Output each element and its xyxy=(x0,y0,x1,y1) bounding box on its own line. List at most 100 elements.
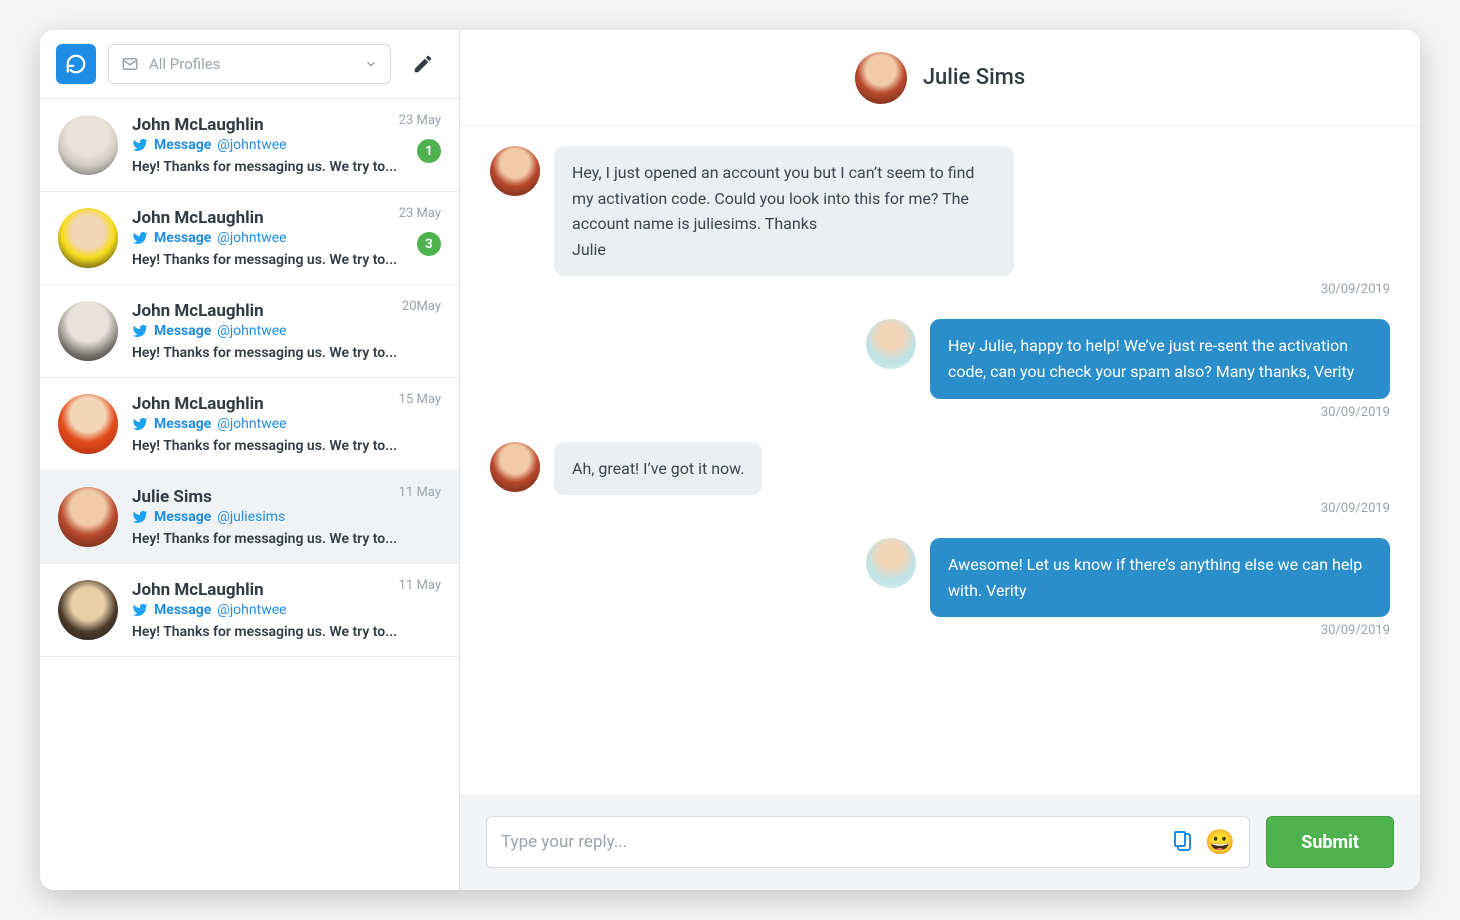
conversation-body: John McLaughlin Message @johntwee Hey! Than… xyxy=(132,394,441,454)
source-label: Message xyxy=(154,416,211,432)
message-timestamp: 30/09/2019 xyxy=(490,623,1390,638)
conversation-avatar xyxy=(58,115,118,175)
twitter-icon xyxy=(132,230,148,246)
submit-label: Submit xyxy=(1301,832,1359,853)
conversation-avatar xyxy=(58,301,118,361)
conversation-snippet: Hey! Thanks for messaging us. We try to.… xyxy=(132,624,441,640)
conversation-source: Message @johntwee xyxy=(132,137,441,153)
message-avatar xyxy=(490,442,540,492)
reply-input[interactable]: Type your reply... 😀 xyxy=(486,816,1250,868)
message-timestamp: 30/09/2019 xyxy=(490,405,1390,420)
conversation-name: John McLaughlin xyxy=(132,580,441,600)
conversation-body: John McLaughlin Message @johntwee Hey! Than… xyxy=(132,580,441,640)
conversation-snippet: Hey! Thanks for messaging us. We try to.… xyxy=(132,531,441,547)
conversation-snippet: Hey! Thanks for messaging us. We try to.… xyxy=(132,438,441,454)
message-row: Awesome! Let us know if there’s anything… xyxy=(490,538,1390,617)
message-row: Hey, I just opened an account you but I … xyxy=(490,146,1390,276)
refresh-icon xyxy=(65,53,87,75)
message-timestamp: 30/09/2019 xyxy=(490,501,1390,516)
conversation-name: Julie Sims xyxy=(132,487,441,507)
source-label: Message xyxy=(154,602,211,618)
source-handle: @johntwee xyxy=(217,137,286,153)
conversation-item[interactable]: John McLaughlin Message @johntwee Hey! Than… xyxy=(40,564,459,657)
envelope-icon xyxy=(121,55,139,73)
composer: Type your reply... 😀 Submit xyxy=(460,794,1420,890)
emoji-icon: 😀 xyxy=(1205,828,1235,856)
conversation-name: John McLaughlin xyxy=(132,301,441,321)
conversation-date: 23 May xyxy=(399,113,441,128)
conversation-item[interactable]: Julie Sims Message@juliesims Hey! Thanks f… xyxy=(40,471,459,564)
source-label: Message xyxy=(154,509,211,525)
message-avatar xyxy=(866,319,916,369)
message-bubble: Hey Julie, happy to help! We’ve just re-… xyxy=(930,319,1390,398)
conversation-avatar xyxy=(58,580,118,640)
unread-badge: 3 xyxy=(417,232,441,256)
conversation-date: 11 May xyxy=(399,485,441,500)
twitter-icon xyxy=(132,509,148,525)
message-row: Hey Julie, happy to help! We’ve just re-… xyxy=(490,319,1390,398)
message-avatar xyxy=(866,538,916,588)
source-handle: @johntwee xyxy=(217,602,286,618)
clipboard-button[interactable] xyxy=(1171,830,1195,854)
conversation-date: 23 May xyxy=(399,206,441,221)
unread-badge: 1 xyxy=(417,139,441,163)
app-window: All Profiles John McLaughlin Message @john… xyxy=(40,30,1420,890)
chat-header: Julie Sims xyxy=(460,30,1420,126)
profile-selector[interactable]: All Profiles xyxy=(108,44,391,84)
conversation-date: 15 May xyxy=(399,392,441,407)
conversation-item[interactable]: John McLaughlin Message @johntwee Hey! Than… xyxy=(40,99,459,192)
conversation-body: Julie Sims Message@juliesims Hey! Thanks f… xyxy=(132,487,441,547)
conversation-avatar xyxy=(58,487,118,547)
source-label: Message xyxy=(154,323,211,339)
conversation-source: Message @johntwee xyxy=(132,602,441,618)
source-label: Message xyxy=(154,137,211,153)
message-row: Ah, great! I’ve got it now. xyxy=(490,442,1390,496)
compose-actions: 😀 xyxy=(1171,828,1235,856)
conversation-avatar xyxy=(58,394,118,454)
conversation-source: Message@juliesims xyxy=(132,509,441,525)
conversation-name: John McLaughlin xyxy=(132,394,441,414)
conversation-item[interactable]: John McLaughlin Message @johntwee Hey! Than… xyxy=(40,192,459,285)
compose-button[interactable] xyxy=(403,44,443,84)
conversation-snippet: Hey! Thanks for messaging us. We try to.… xyxy=(132,345,441,361)
chat-header-avatar xyxy=(855,52,907,104)
source-handle: @johntwee xyxy=(217,416,286,432)
refresh-button[interactable] xyxy=(56,44,96,84)
chevron-down-icon xyxy=(364,57,378,71)
conversation-source: Message @johntwee xyxy=(132,323,441,339)
message-bubble: Ah, great! I’ve got it now. xyxy=(554,442,762,496)
conversation-item[interactable]: John McLaughlin Message @johntwee Hey! Than… xyxy=(40,378,459,471)
chat-body: Hey, I just opened an account you but I … xyxy=(460,126,1420,794)
source-handle: @johntwee xyxy=(217,230,286,246)
conversation-date: 20May xyxy=(402,299,441,314)
conversation-snippet: Hey! Thanks for messaging us. We try to.… xyxy=(132,252,441,268)
conversation-body: John McLaughlin Message @johntwee Hey! Than… xyxy=(132,301,441,361)
twitter-icon xyxy=(132,323,148,339)
emoji-button[interactable]: 😀 xyxy=(1205,828,1235,856)
submit-button[interactable]: Submit xyxy=(1266,816,1394,868)
message-timestamp: 30/09/2019 xyxy=(490,282,1390,297)
conversation-source: Message @johntwee xyxy=(132,230,441,246)
sidebar: All Profiles John McLaughlin Message @john… xyxy=(40,30,460,890)
conversation-body: John McLaughlin Message @johntwee Hey! Than… xyxy=(132,115,441,175)
source-label: Message xyxy=(154,230,211,246)
conversation-name: John McLaughlin xyxy=(132,115,441,135)
message-bubble: Hey, I just opened an account you but I … xyxy=(554,146,1014,276)
chat-panel: Julie Sims Hey, I just opened an account… xyxy=(460,30,1420,890)
clipboard-icon xyxy=(1171,830,1195,854)
conversation-date: 11 May xyxy=(399,578,441,593)
profile-selector-label: All Profiles xyxy=(149,55,220,73)
sidebar-toolbar: All Profiles xyxy=(40,30,459,99)
conversation-snippet: Hey! Thanks for messaging us. We try to.… xyxy=(132,159,441,175)
conversation-body: John McLaughlin Message @johntwee Hey! Than… xyxy=(132,208,441,268)
conversation-item[interactable]: John McLaughlin Message @johntwee Hey! Than… xyxy=(40,285,459,378)
conversation-source: Message @johntwee xyxy=(132,416,441,432)
source-handle: @johntwee xyxy=(217,323,286,339)
chat-title: Julie Sims xyxy=(923,65,1025,90)
message-avatar xyxy=(490,146,540,196)
twitter-icon xyxy=(132,602,148,618)
message-bubble: Awesome! Let us know if there’s anything… xyxy=(930,538,1390,617)
pencil-icon xyxy=(412,53,434,75)
conversation-name: John McLaughlin xyxy=(132,208,441,228)
conversation-avatar xyxy=(58,208,118,268)
